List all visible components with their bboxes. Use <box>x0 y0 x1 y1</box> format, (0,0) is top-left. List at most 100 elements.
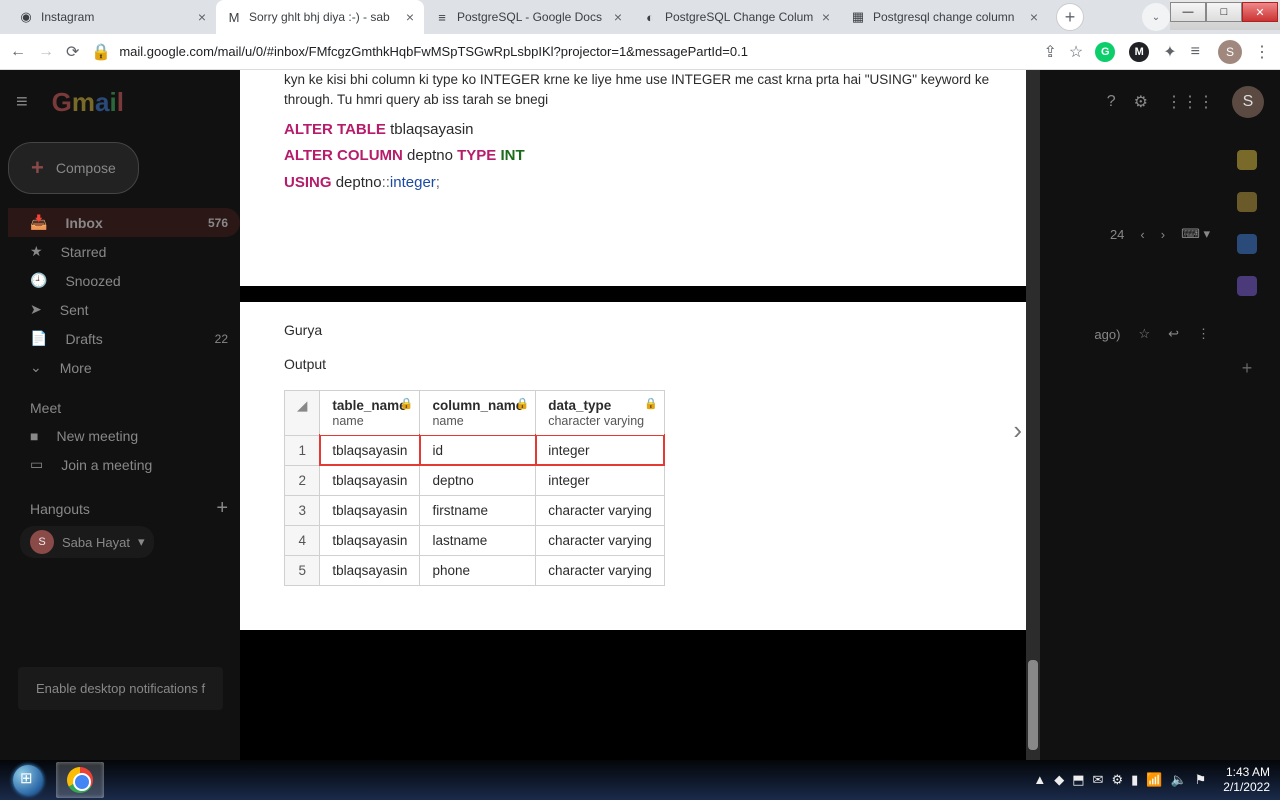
tray-icon[interactable]: ⚑ <box>1195 772 1207 787</box>
table-row[interactable]: 2tblaqsayasindeptnointeger <box>285 465 665 495</box>
minimize-button[interactable]: — <box>1170 2 1206 22</box>
sidebar-count: 22 <box>215 332 228 346</box>
tray-icon[interactable]: ⬒ <box>1072 772 1084 787</box>
help-icon[interactable]: ? <box>1107 93 1116 111</box>
compose-button[interactable]: + Compose <box>8 142 139 194</box>
lock-icon: 🔒 <box>400 397 414 410</box>
table-row[interactable]: 3tblaqsayasinfirstnamecharacter varying <box>285 495 665 525</box>
tray-icon[interactable]: ▲ <box>1033 772 1046 787</box>
back-button[interactable]: ← <box>10 43 26 61</box>
main-menu-icon[interactable]: ≡ <box>16 91 28 114</box>
maximize-button[interactable]: □ <box>1206 2 1242 22</box>
tray-icon[interactable]: 📶 <box>1146 772 1162 787</box>
row-number: 4 <box>285 525 320 555</box>
time-ago: ago) <box>1094 327 1120 342</box>
google-apps-icon[interactable]: ⋮⋮⋮ <box>1166 92 1214 112</box>
table-row[interactable]: 1tblaqsayasinidinteger <box>285 435 665 465</box>
hangouts-user-chip[interactable]: S Saba Hayat ▾ <box>20 526 154 558</box>
reading-list-icon[interactable]: ≡ <box>1191 43 1200 61</box>
add-hangout-icon[interactable]: + <box>216 497 240 520</box>
browser-tab[interactable]: ◉Instagram× <box>8 0 216 34</box>
chrome-menu-icon[interactable]: ⋮ <box>1254 42 1270 62</box>
tasks-icon[interactable] <box>1237 234 1257 254</box>
add-panel-icon[interactable]: + <box>1242 358 1253 379</box>
close-tab-icon[interactable]: × <box>198 9 206 25</box>
contacts-icon[interactable] <box>1237 276 1257 296</box>
close-tab-icon[interactable]: × <box>822 9 830 25</box>
table-cell: tblaqsayasin <box>320 525 420 555</box>
sidebar-item-drafts[interactable]: 📄Drafts22 <box>8 324 240 353</box>
next-page-button[interactable]: › <box>1161 227 1165 242</box>
tab-title: Instagram <box>41 10 191 24</box>
extension-icon[interactable]: G <box>1095 42 1115 62</box>
reload-button[interactable]: ⟳ <box>66 42 79 62</box>
table-cell: integer <box>536 435 665 465</box>
sidebar-label: More <box>60 360 92 376</box>
column-header[interactable]: table_namename🔒 <box>320 390 420 435</box>
url-text: mail.google.com/mail/u/0/#inbox/FMfcgzGm… <box>119 44 748 59</box>
hangouts-name: Saba Hayat <box>62 535 130 550</box>
document-page-2: Gurya Output ◢table_namename🔒column_name… <box>240 302 1040 630</box>
sidebar-item-snoozed[interactable]: 🕘Snoozed <box>8 266 240 295</box>
sidebar-item-more[interactable]: ⌄More <box>8 353 240 382</box>
hangouts-avatar: S <box>30 530 54 554</box>
address-bar[interactable]: 🔒 mail.google.com/mail/u/0/#inbox/FMfcgz… <box>91 42 1031 62</box>
close-tab-icon[interactable]: × <box>406 9 414 25</box>
new-tab-button[interactable]: + <box>1056 3 1084 31</box>
taskbar-chrome-button[interactable] <box>56 762 104 798</box>
sidebar-icon: ★ <box>30 243 43 260</box>
sidebar-icon: ➤ <box>30 301 42 318</box>
bookmark-star-icon[interactable]: ☆ <box>1069 42 1083 62</box>
chrome-profile-avatar[interactable]: S <box>1218 40 1242 64</box>
column-header[interactable]: column_namename🔒 <box>420 390 536 435</box>
more-actions-icon[interactable]: ⋮ <box>1197 326 1210 342</box>
browser-tab[interactable]: ▦Postgresql change column× <box>840 0 1048 34</box>
page-count: 24 <box>1110 227 1124 242</box>
sidebar-item-inbox[interactable]: 📥Inbox576 <box>8 208 240 237</box>
prev-page-button[interactable]: ‹ <box>1140 227 1144 242</box>
chrome-profile-button[interactable]: ⌄ <box>1142 3 1170 31</box>
tray-icon[interactable]: ⚙ <box>1111 772 1123 787</box>
keep-icon[interactable] <box>1237 192 1257 212</box>
compose-label: Compose <box>56 160 116 176</box>
taskbar-clock[interactable]: 1:43 AM 2/1/2022 <box>1223 765 1270 795</box>
sidebar-item-starred[interactable]: ★Starred <box>8 237 240 266</box>
extension-icon[interactable]: M <box>1129 42 1149 62</box>
sidebar-item-sent[interactable]: ➤Sent <box>8 295 240 324</box>
calendar-icon[interactable] <box>1237 150 1257 170</box>
scrollbar-thumb[interactable] <box>1028 660 1038 750</box>
sidebar-label: Inbox <box>65 215 102 231</box>
tray-icon[interactable]: 🔈 <box>1170 772 1186 787</box>
share-icon[interactable]: ⇪ <box>1044 42 1057 62</box>
reply-icon[interactable]: ↩ <box>1168 326 1179 342</box>
browser-tab[interactable]: MSorry ghlt bhj diya :-) - sab× <box>216 0 424 34</box>
desktop-notifications-prompt[interactable]: Enable desktop notifications f <box>18 667 223 710</box>
table-row[interactable]: 4tblaqsayasinlastnamecharacter varying <box>285 525 665 555</box>
account-avatar[interactable]: S <box>1232 86 1264 118</box>
tray-icon[interactable]: ◆ <box>1054 772 1064 787</box>
next-page-arrow[interactable]: › <box>1013 415 1022 446</box>
star-message-icon[interactable]: ☆ <box>1138 326 1150 342</box>
extensions-puzzle-icon[interactable]: ✦ <box>1163 42 1176 62</box>
input-tools-icon[interactable]: ⌨ ▾ <box>1181 226 1210 242</box>
join-meeting-button[interactable]: ▭Join a meeting <box>8 450 240 479</box>
browser-tab[interactable]: ≡PostgreSQL - Google Docs× <box>424 0 632 34</box>
viewer-scrollbar[interactable] <box>1026 70 1040 760</box>
gmail-logo[interactable]: Gmail <box>52 87 124 118</box>
sidebar-count: 576 <box>208 216 228 230</box>
tab-favicon: ≡ <box>434 9 450 25</box>
tray-icon[interactable]: ✉ <box>1093 772 1104 787</box>
table-row[interactable]: 5tblaqsayasinphonecharacter varying <box>285 555 665 585</box>
close-window-button[interactable]: ✕ <box>1242 2 1278 22</box>
column-header[interactable]: data_typecharacter varying🔒 <box>536 390 665 435</box>
tray-icon[interactable]: ▮ <box>1131 772 1138 787</box>
close-tab-icon[interactable]: × <box>614 9 622 25</box>
browser-toolbar: ← → ⟳ 🔒 mail.google.com/mail/u/0/#inbox/… <box>0 34 1280 70</box>
start-button[interactable] <box>4 762 52 798</box>
lock-icon: 🔒 <box>644 397 658 410</box>
new-meeting-button[interactable]: ■New meeting <box>8 422 240 450</box>
close-tab-icon[interactable]: × <box>1030 9 1038 25</box>
settings-gear-icon[interactable]: ⚙ <box>1134 92 1148 112</box>
gmail-side-panel: + <box>1222 150 1272 379</box>
browser-tab[interactable]: ◐PostgreSQL Change Colum× <box>632 0 840 34</box>
